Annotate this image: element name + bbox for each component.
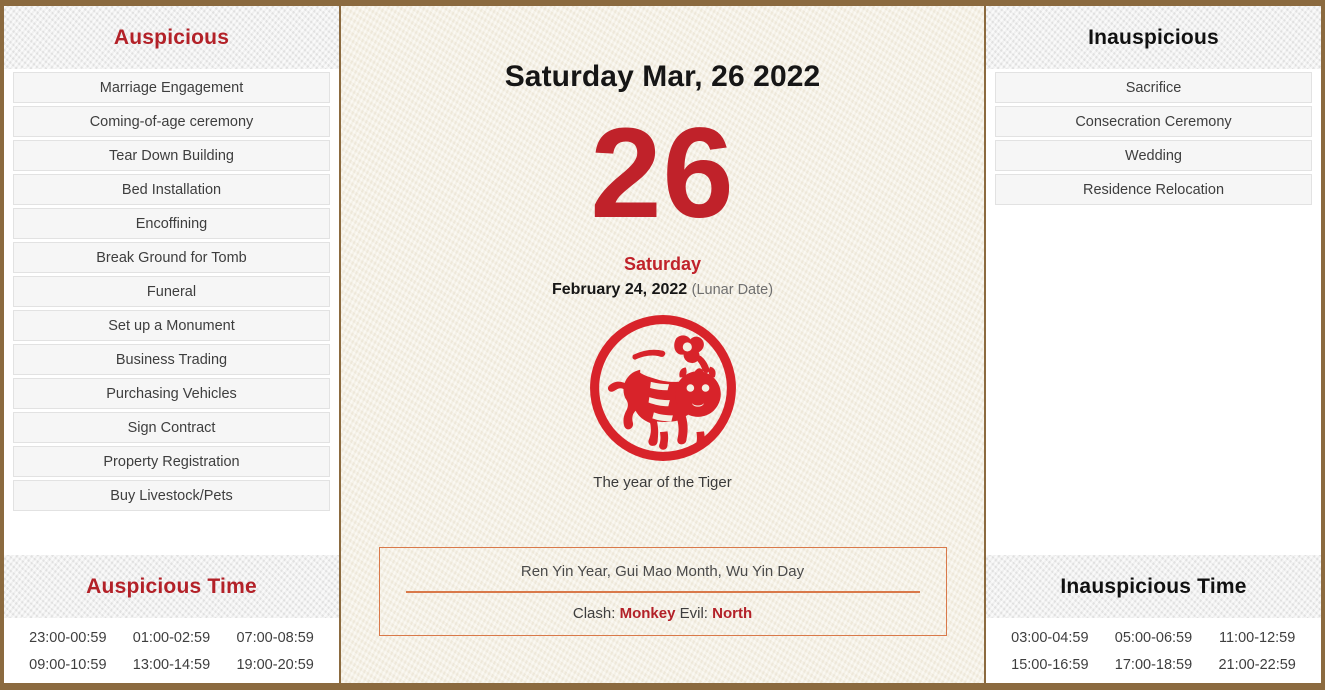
list-item-label: Coming-of-age ceremony (89, 113, 254, 130)
list-item[interactable]: Sign Contract (13, 412, 330, 443)
lunar-date-line: February 24, 2022 (Lunar Date) (552, 281, 773, 299)
list-item-label: Marriage Engagement (99, 79, 244, 96)
time-slot: 09:00-10:59 (29, 657, 107, 673)
lunar-date-value: February 24, 2022 (551, 281, 688, 298)
time-slot: 23:00-00:59 (29, 630, 107, 646)
time-slot: 17:00-18:59 (1114, 657, 1193, 673)
auspicious-time-grid: 23:00-00:59 01:00-02:59 07:00-08:59 09:0… (17, 630, 326, 673)
list-item[interactable]: Encoffining (13, 208, 330, 239)
divider (405, 591, 920, 593)
list-item-label: Business Trading (115, 351, 228, 368)
list-item[interactable]: Marriage Engagement (13, 72, 330, 103)
time-slot: 01:00-02:59 (132, 630, 211, 646)
list-item[interactable]: Residence Relocation (995, 174, 1312, 205)
auspicious-time-section: Auspicious Time 23:00-00:59 01:00-02:59 … (4, 555, 339, 683)
inauspicious-header: Inauspicious (986, 6, 1321, 69)
evil-label: Evil: (679, 605, 708, 622)
clash-value: Monkey (619, 605, 676, 622)
list-item-label: Sign Contract (127, 419, 216, 436)
list-item-label: Wedding (1125, 147, 1182, 164)
weekday-label: Saturday (623, 254, 702, 274)
list-item[interactable]: Sacrifice (995, 72, 1312, 103)
list-item-label: Bed Installation (121, 181, 222, 198)
time-slot: 11:00-12:59 (1218, 630, 1296, 646)
list-item-label: Sacrifice (1125, 79, 1182, 96)
auspicious-time-body: 23:00-00:59 01:00-02:59 07:00-08:59 09:0… (4, 618, 339, 683)
inauspicious-time-section: Inauspicious Time 03:00-04:59 05:00-06:5… (986, 555, 1321, 683)
inauspicious-activity-list: Sacrifice Consecration Ceremony Wedding … (995, 69, 1312, 205)
tiger-papercut-icon (587, 312, 739, 469)
list-item-label: Break Ground for Tomb (96, 249, 247, 266)
time-slot: 05:00-06:59 (1114, 630, 1193, 646)
auspicious-activity-list: Marriage Engagement Coming-of-age ceremo… (13, 69, 330, 511)
time-slot: 21:00-22:59 (1218, 657, 1296, 673)
inauspicious-panel: Inauspicious Sacrifice Consecration Cere… (984, 6, 1321, 683)
list-item[interactable]: Wedding (995, 140, 1312, 171)
clash-evil-line: Clash: Monkey Evil: North (400, 605, 926, 622)
list-item[interactable]: Funeral (13, 276, 330, 307)
list-item[interactable]: Break Ground for Tomb (13, 242, 330, 273)
lunar-date-caption: (Lunar Date) (691, 282, 774, 298)
evil-value: North (712, 605, 753, 622)
list-item-label: Funeral (146, 283, 197, 300)
list-item-label: Property Registration (103, 453, 240, 470)
list-item-label: Residence Relocation (1082, 181, 1225, 198)
date-detail-panel: Saturday Mar, 26 2022 26 Saturday Februa… (341, 6, 984, 683)
time-slot: 15:00-16:59 (1011, 657, 1089, 673)
day-number: 26 (590, 102, 735, 245)
list-item-label: Tear Down Building (109, 147, 234, 164)
list-item[interactable]: Bed Installation (13, 174, 330, 205)
zodiac-caption: The year of the Tiger (593, 474, 732, 491)
auspicious-time-header: Auspicious Time (4, 555, 339, 618)
list-item[interactable]: Consecration Ceremony (995, 106, 1312, 137)
inauspicious-time-grid: 03:00-04:59 05:00-06:59 11:00-12:59 15:0… (999, 630, 1308, 673)
list-item-label: Set up a Monument (108, 317, 235, 334)
auspicious-panel: Auspicious Marriage Engagement Coming-of… (4, 6, 341, 683)
list-item-label: Buy Livestock/Pets (110, 487, 233, 504)
auspicious-list-body: Marriage Engagement Coming-of-age ceremo… (4, 69, 339, 555)
time-slot: 19:00-20:59 (236, 657, 314, 673)
list-item[interactable]: Buy Livestock/Pets (13, 480, 330, 511)
list-item-label: Consecration Ceremony (1075, 113, 1232, 130)
list-item[interactable]: Coming-of-age ceremony (13, 106, 330, 137)
ganzhi-info-box: Ren Yin Year, Gui Mao Month, Wu Yin Day … (378, 547, 947, 636)
list-item[interactable]: Business Trading (13, 344, 330, 375)
time-slot: 07:00-08:59 (236, 630, 314, 646)
list-item[interactable]: Set up a Monument (13, 310, 330, 341)
almanac-page: Auspicious Marriage Engagement Coming-of… (0, 0, 1325, 690)
list-item-label: Purchasing Vehicles (106, 385, 237, 402)
clash-label: Clash: (572, 605, 616, 622)
list-item[interactable]: Tear Down Building (13, 140, 330, 171)
list-item[interactable]: Purchasing Vehicles (13, 378, 330, 409)
list-item-label: Encoffining (135, 215, 208, 232)
zodiac-section: The year of the Tiger (587, 312, 739, 491)
auspicious-header: Auspicious (4, 6, 339, 69)
time-slot: 13:00-14:59 (132, 657, 211, 673)
time-slot: 03:00-04:59 (1011, 630, 1089, 646)
page-title: Saturday Mar, 26 2022 (504, 60, 821, 93)
ganzhi-text: Ren Yin Year, Gui Mao Month, Wu Yin Day (520, 563, 805, 580)
inauspicious-time-header: Inauspicious Time (986, 555, 1321, 618)
inauspicious-list-body: Sacrifice Consecration Ceremony Wedding … (986, 69, 1321, 555)
list-item[interactable]: Property Registration (13, 446, 330, 477)
inauspicious-time-body: 03:00-04:59 05:00-06:59 11:00-12:59 15:0… (986, 618, 1321, 683)
